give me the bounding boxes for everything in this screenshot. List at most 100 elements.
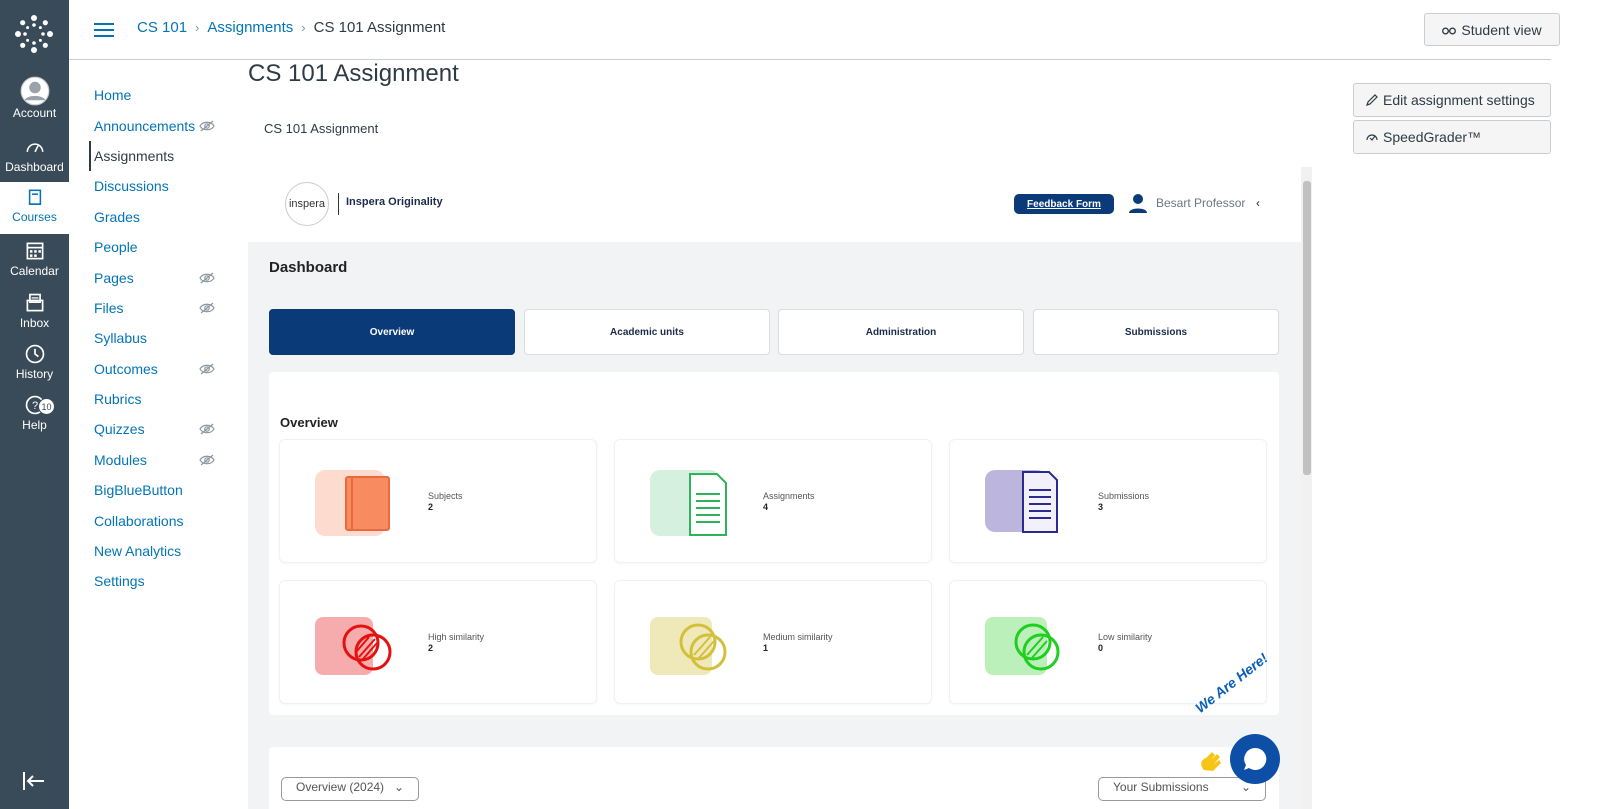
tab-overview[interactable]: Overview — [269, 309, 515, 355]
global-nav: Account Dashboard Courses Calendar Inbox… — [0, 0, 69, 809]
course-nav-item[interactable]: Rubrics — [89, 384, 229, 414]
filter-panel: Overview (2024) ⌄ Your Submissions ⌄ — [269, 747, 1279, 809]
scrollbar-thumb[interactable] — [1303, 181, 1311, 475]
course-nav-label: Settings — [94, 573, 145, 590]
calendar-icon — [26, 242, 43, 260]
speedgrader-label: SpeedGrader™ — [1383, 129, 1482, 145]
feedback-form-button[interactable]: Feedback Form — [1014, 194, 1114, 214]
global-nav-account[interactable]: Account — [0, 76, 69, 128]
course-nav-item[interactable]: Quizzes — [89, 414, 229, 444]
pencil-icon — [1366, 94, 1378, 106]
stat-value: 2 — [428, 643, 434, 653]
global-nav-label: Courses — [12, 210, 57, 224]
course-nav-item[interactable]: Grades — [89, 202, 229, 232]
stat-label: Submissions — [1098, 491, 1150, 501]
course-nav-item[interactable]: People — [89, 232, 229, 262]
hidden-eye-icon — [199, 120, 215, 132]
speedgrader-icon — [1366, 134, 1378, 141]
stat-value: 4 — [763, 502, 769, 512]
help-badge: 10 — [38, 398, 55, 415]
course-nav-label: People — [94, 239, 138, 256]
inbox-icon — [26, 293, 43, 312]
course-nav-label: Pages — [94, 269, 134, 286]
course-nav-item[interactable]: Assignments — [89, 140, 229, 172]
course-nav-label: Home — [94, 87, 132, 104]
stat-label: High similarity — [428, 632, 485, 642]
global-nav-courses[interactable]: Courses — [0, 182, 69, 234]
overview-panel: Overview Subjects 2 Assignments 4 Submis… — [269, 372, 1279, 715]
chevron-left-icon[interactable]: ‹ — [1256, 196, 1260, 210]
course-nav-item[interactable]: New Analytics — [89, 536, 229, 566]
chevron-down-icon: ⌄ — [393, 780, 404, 794]
stat-card-assignments[interactable]: Assignments 4 — [614, 439, 932, 563]
canvas-logo-icon[interactable] — [14, 14, 54, 54]
hamburger-menu-icon[interactable] — [94, 22, 114, 38]
course-nav-label: New Analytics — [94, 543, 182, 560]
waving-hand-icon — [1201, 752, 1221, 771]
low-similarity-icon — [985, 617, 1060, 675]
year-select[interactable]: Overview (2024) ⌄ — [281, 777, 419, 801]
stat-value: 2 — [428, 502, 434, 512]
course-nav-item[interactable]: Pages — [89, 262, 229, 292]
year-select-value: Overview (2024) — [296, 780, 385, 794]
svg-text:?: ? — [31, 400, 37, 412]
course-nav: Home Announcements Assignments Discussions G… — [89, 80, 229, 597]
header-divider — [338, 193, 339, 215]
course-nav-item[interactable]: Modules — [89, 445, 229, 475]
global-nav-label: Account — [12, 106, 57, 120]
breadcrumb-course[interactable]: CS 101 — [137, 19, 187, 36]
course-nav-item[interactable]: Announcements — [89, 110, 229, 140]
stat-label: Subjects — [428, 491, 463, 501]
top-bar: CS 101 › Assignments › CS 101 Assignment… — [69, 0, 1560, 60]
breadcrumb-assignments[interactable]: Assignments — [207, 19, 293, 36]
course-nav-item[interactable]: Outcomes — [89, 354, 229, 384]
user-name[interactable]: Besart Professor — [1156, 196, 1245, 210]
stat-value: 3 — [1098, 502, 1104, 512]
inspera-header: inspera Inspera Originality Feedback For… — [248, 167, 1301, 242]
global-nav-history[interactable]: History — [0, 343, 69, 395]
course-nav-item[interactable]: BigBlueButton — [89, 475, 229, 505]
chat-button[interactable] — [1230, 734, 1280, 784]
page-title: CS 101 Assignment — [248, 60, 459, 87]
stat-value: 0 — [1098, 643, 1104, 653]
student-view-button[interactable]: Student view — [1424, 13, 1560, 46]
medium-similarity-icon — [650, 617, 727, 675]
global-nav-inbox[interactable]: Inbox — [0, 292, 69, 344]
stat-label: Low similarity — [1098, 632, 1153, 642]
course-nav-item[interactable]: Syllabus — [89, 323, 229, 353]
global-nav-label: Dashboard — [5, 160, 64, 174]
stat-card-high-similarity[interactable]: High similarity 2 — [279, 580, 597, 704]
global-nav-calendar[interactable]: Calendar — [0, 240, 69, 292]
stat-card-medium-similarity[interactable]: Medium similarity 1 — [614, 580, 932, 704]
global-nav-help[interactable]: ? 10 Help — [0, 394, 69, 446]
tab-submissions[interactable]: Submissions — [1033, 309, 1279, 355]
document-icon — [650, 470, 727, 536]
frame-scrollbar[interactable] — [1301, 167, 1312, 809]
collapse-nav-icon[interactable] — [22, 770, 46, 792]
global-nav-label: Calendar — [10, 264, 59, 278]
assignment-description: CS 101 Assignment — [264, 121, 379, 136]
course-nav-item[interactable]: Home — [89, 80, 229, 110]
tab-academic-units[interactable]: Academic units — [524, 309, 770, 355]
stat-card-subjects[interactable]: Subjects 2 — [279, 439, 597, 563]
avatar-icon — [20, 76, 49, 106]
course-nav-label: Modules — [94, 451, 147, 468]
dashboard-icon — [26, 143, 43, 153]
course-nav-label: Rubrics — [94, 391, 142, 408]
clock-icon — [25, 344, 44, 364]
course-nav-item[interactable]: Files — [89, 293, 229, 323]
tab-administration[interactable]: Administration — [778, 309, 1024, 355]
course-nav-label: Quizzes — [94, 421, 145, 438]
course-nav-label: BigBlueButton — [94, 482, 183, 499]
course-nav-item[interactable]: Settings — [89, 566, 229, 596]
hidden-eye-icon — [199, 272, 215, 283]
course-nav-label: Announcements — [94, 117, 196, 134]
global-nav-label: Help — [22, 418, 47, 432]
speedgrader-button[interactable]: SpeedGrader™ — [1353, 120, 1551, 154]
course-nav-item[interactable]: Discussions — [89, 171, 229, 201]
stat-card-submissions[interactable]: Submissions 3 — [949, 439, 1267, 563]
inspera-product-name: Inspera Originality — [346, 196, 443, 208]
inspera-logo: inspera — [285, 182, 329, 226]
edit-assignment-settings-button[interactable]: Edit assignment settings — [1353, 83, 1551, 117]
course-nav-item[interactable]: Collaborations — [89, 505, 229, 535]
